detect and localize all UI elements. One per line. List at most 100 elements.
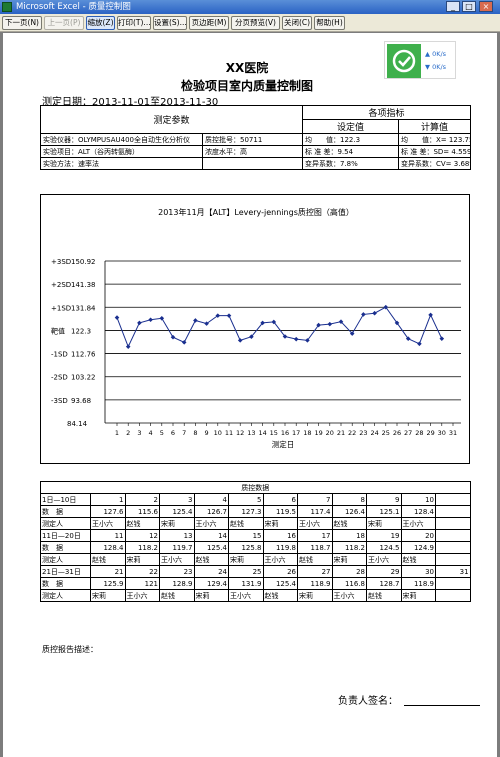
qc-person-cell: 王小六 — [262, 553, 298, 566]
qc-value-cell: 125.8 — [228, 541, 264, 554]
instrument-cell: 实验仪器：OLYMPUSAU400全自动生化分析仪 — [40, 133, 203, 146]
close-button[interactable]: 关闭(C) — [282, 16, 312, 30]
qc-person-cell: 宋莉 — [90, 589, 126, 602]
qc-data-label: 数 据 — [40, 505, 91, 518]
help-button[interactable]: 帮助(H) — [314, 16, 345, 30]
qc-range-label: 21日—31日 — [40, 565, 91, 578]
x-axis-label: 测定日 — [272, 439, 295, 449]
x-tick-label: 21 — [337, 429, 345, 437]
x-tick-label: 9 — [205, 429, 209, 437]
page-break-preview-button[interactable]: 分页预览(V) — [231, 16, 280, 30]
qc-value-cell: 121 — [124, 577, 160, 590]
qc-day-cell: 25 — [228, 565, 264, 578]
x-tick-label: 24 — [370, 429, 378, 437]
data-point — [293, 336, 299, 342]
qc-day-cell: 29 — [366, 565, 402, 578]
series-line — [116, 306, 443, 348]
qc-day-cell: 15 — [228, 529, 264, 542]
qc-value-cell: 118.7 — [297, 541, 333, 554]
margins-button[interactable]: 页边距(M) — [189, 16, 229, 30]
qc-value-cell: 128.4 — [400, 505, 436, 518]
data-point — [361, 312, 366, 317]
empty-cell — [202, 157, 303, 170]
qc-person-cell: 王小六 — [331, 589, 367, 602]
qc-person-cell: 赵钱 — [331, 517, 367, 530]
excel-icon — [2, 2, 12, 12]
hospital-name: XX医院 — [225, 61, 269, 75]
qc-value-cell: 128.4 — [90, 541, 126, 554]
minimize-icon[interactable]: _ — [446, 1, 460, 12]
qc-person-cell: 赵钱 — [159, 589, 195, 602]
qc-person-cell: 王小六 — [228, 589, 264, 602]
qc-person-cell: 宋莉 — [193, 589, 229, 602]
maximize-icon[interactable]: □ — [462, 1, 476, 12]
qc-day-cell: 18 — [331, 529, 367, 542]
qc-value-cell: 124.9 — [400, 541, 436, 554]
signature-line[interactable] — [404, 705, 480, 706]
zoom-button[interactable]: 缩放(Z) — [86, 16, 115, 30]
y-tick-value-label: 131.84 — [71, 304, 96, 312]
qc-value-cell: 125.9 — [90, 577, 126, 590]
next-page-button[interactable]: 下一页(N) — [2, 16, 42, 30]
x-tick-label: 8 — [193, 429, 197, 437]
setup-button[interactable]: 设置(S)... — [153, 16, 187, 30]
qc-value-cell: 128.7 — [366, 577, 402, 590]
qc-value-cell: 115.6 — [124, 505, 160, 518]
qc-value-cell: 119.5 — [262, 505, 298, 518]
print-preview-toolbar: 下一页(N) 上一页(P) 缩放(Z) 打印(T)... 设置(S)... 页边… — [0, 14, 500, 32]
prev-page-button: 上一页(P) — [44, 16, 84, 30]
sd-calc-cell: 标 准 差：SD= 4.55934 — [398, 145, 471, 158]
print-button[interactable]: 打印(T)... — [117, 16, 151, 30]
qc-value-cell: 118.9 — [400, 577, 436, 590]
qc-value-row: 数 据 128.4 118.2 119.7 125.4 125.8 119.8 118.7 11… — [40, 541, 471, 554]
window-titlebar: Microsoft Excel - 质量控制图 _ □ × — [0, 0, 500, 14]
x-tick-label: 25 — [382, 429, 390, 437]
qc-person-cell: 赵钱 — [124, 517, 160, 530]
qc-value-cell: 126.4 — [331, 505, 367, 518]
data-point — [159, 315, 165, 321]
data-point — [148, 317, 153, 323]
chart-svg: 2013年11月【ALT】Levery-jennings质控图（高值）+3SD 1… — [51, 207, 461, 449]
y-tick-sd-label: -3SD — [51, 397, 68, 405]
qc-person-row: 测定人 王小六 赵钱 宋莉 王小六 赵钱 宋莉 王小六 赵钱 宋莉 王小六 — [40, 517, 471, 530]
close-icon[interactable]: × — [479, 1, 493, 12]
data-point — [428, 312, 433, 318]
qc-person-cell: 王小六 — [366, 553, 402, 566]
qc-day-cell: 5 — [228, 493, 264, 506]
levey-jennings-chart: 2013年11月【ALT】Levery-jennings质控图（高值） +3SD 1… — [40, 194, 470, 464]
x-tick-label: 19 — [314, 429, 322, 437]
method-cell: 实验方法：速率法 — [40, 157, 203, 170]
qc-day-cell: 26 — [262, 565, 298, 578]
qc-day-cell: 14 — [193, 529, 229, 542]
qc-data-label: 数 据 — [40, 541, 91, 554]
qc-person-cell: 赵钱 — [193, 553, 229, 566]
data-point — [417, 341, 422, 347]
qc-value-cell: 128.9 — [159, 577, 195, 590]
qc-person-cell: 赵钱 — [262, 589, 298, 602]
qc-person-cell: 王小六 — [159, 553, 195, 566]
qc-day-cell: 23 — [159, 565, 195, 578]
qc-range-label: 11日—20日 — [40, 529, 91, 542]
x-tick-label: 13 — [247, 429, 255, 437]
qc-day-cell: 24 — [193, 565, 229, 578]
qc-person-cell: 王小六 — [297, 517, 333, 530]
qc-value-cell: 125.4 — [159, 505, 195, 518]
x-tick-label: 14 — [258, 429, 266, 437]
qc-value-cell: 125.1 — [366, 505, 402, 518]
x-tick-label: 12 — [236, 429, 244, 437]
qc-person-cell: 赵钱 — [297, 553, 333, 566]
lot-cell: 质控批号：50711 — [202, 133, 303, 146]
x-tick-label: 6 — [171, 429, 175, 437]
qc-value-row: 数 据 127.6 115.6 125.4 126.7 127.3 119.5 117.4 12… — [40, 505, 471, 518]
y-tick-sd-label: -2SD — [51, 374, 68, 382]
qc-value-cell: 124.5 — [366, 541, 402, 554]
y-tick-sd-label: +3SD — [51, 258, 71, 266]
y-tick-value-label: 112.76 — [71, 351, 96, 359]
qc-day-cell: 16 — [262, 529, 298, 542]
x-tick-label: 2 — [126, 429, 130, 437]
qc-day-row: 21日—31日 21 22 23 24 25 26 27 28 29 30 31 — [40, 565, 471, 578]
qc-value-cell: 118.9 — [297, 577, 333, 590]
data-point — [372, 310, 377, 316]
qc-value-cell: 127.3 — [228, 505, 264, 518]
mean-set-cell: 均 值：122.3 — [302, 133, 399, 146]
